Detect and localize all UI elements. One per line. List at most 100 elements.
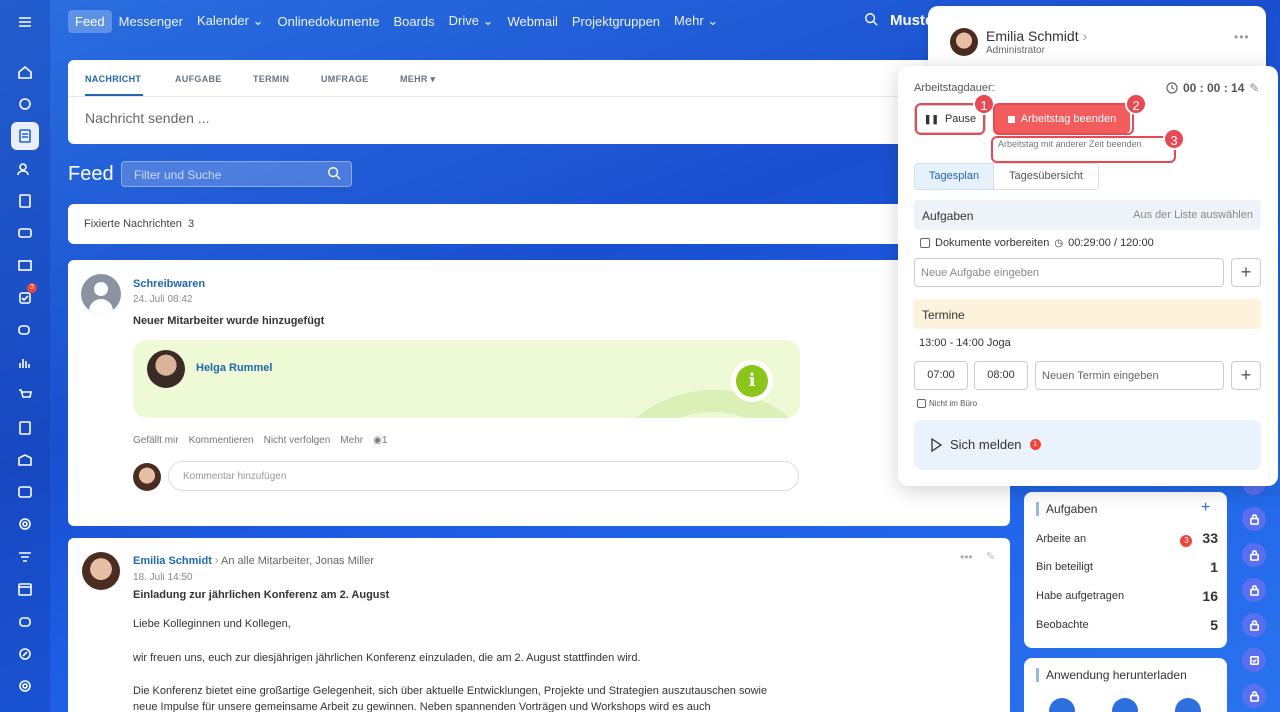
task-checkbox[interactable]: [920, 238, 930, 248]
task-time: 00:29:00 / 120:00: [1068, 237, 1154, 249]
checkbox-app-icon[interactable]: [1242, 648, 1266, 672]
sites-icon[interactable]: [11, 252, 39, 280]
user-name[interactable]: Emilia Schmidt ›: [986, 28, 1087, 44]
time-from-input[interactable]: 07:00: [914, 361, 968, 390]
tasks-icon[interactable]: 3: [11, 283, 39, 312]
apple-icon[interactable]: [1049, 698, 1075, 712]
nav-messenger[interactable]: Messenger: [112, 10, 190, 33]
pinned-messages[interactable]: Fixierte Nachrichten 3: [68, 204, 1010, 244]
more-icon[interactable]: •••: [1234, 30, 1250, 44]
new-task-input[interactable]: Neue Aufgabe eingeben: [914, 258, 1224, 287]
robot-icon[interactable]: [11, 607, 39, 635]
user-role: Administrator: [986, 45, 1045, 56]
tab-event[interactable]: TERMIN: [253, 74, 289, 84]
lock-icon[interactable]: [1242, 684, 1266, 708]
app-download-widget: Anwendung herunterladen: [1024, 658, 1227, 712]
task-counter-row[interactable]: Habe aufgetragen 16: [1036, 588, 1218, 604]
home-icon[interactable]: [11, 58, 39, 86]
settings-icon[interactable]: [11, 672, 39, 700]
chat-icon[interactable]: [11, 317, 39, 345]
post-actions: Gefällt mir Kommentieren Nicht verfolgen…: [133, 435, 387, 446]
eye-icon: ◉: [373, 435, 382, 446]
post-date: 18. Juli 14:50: [133, 572, 193, 583]
post-body-line: wir freuen uns, euch zur diesjährigen jä…: [133, 652, 641, 664]
task-counter-row[interactable]: Beobachte 5: [1036, 617, 1218, 633]
nav-workgroups[interactable]: Projektgruppen: [565, 10, 667, 33]
post-recipients[interactable]: An alle Mitarbeiter, Jonas Miller: [221, 555, 374, 567]
search-icon[interactable]: [327, 166, 341, 183]
analytics-icon[interactable]: [11, 349, 39, 377]
add-task-button[interactable]: +: [1201, 499, 1210, 517]
id-card-icon[interactable]: [11, 478, 39, 506]
not-in-office-toggle[interactable]: Nicht im Büro: [917, 399, 977, 408]
task-title[interactable]: Dokumente vorbereiten: [935, 237, 1049, 249]
search-icon[interactable]: [864, 12, 878, 29]
calendar-icon[interactable]: [11, 575, 39, 603]
documents-icon[interactable]: [11, 187, 39, 215]
add-task-button[interactable]: +: [1231, 258, 1261, 287]
nav-online-documents[interactable]: Onlinedokumente: [271, 10, 387, 33]
add-event-button[interactable]: +: [1231, 361, 1261, 390]
windows-icon[interactable]: [1112, 698, 1138, 712]
tab-task[interactable]: AUFGABE: [175, 74, 222, 84]
filter-icon[interactable]: [11, 543, 39, 571]
support-icon[interactable]: [11, 510, 39, 538]
more-button[interactable]: Mehr: [340, 435, 363, 446]
message-input[interactable]: Nachricht senden ...: [85, 110, 210, 126]
comment-input[interactable]: Kommentar hinzufügen: [168, 461, 799, 491]
filter-search-input[interactable]: Filter und Suche: [121, 161, 352, 187]
post-author[interactable]: Emilia Schmidt: [133, 555, 212, 567]
tab-day-plan[interactable]: Tagesplan: [914, 163, 994, 190]
avatar[interactable]: [82, 552, 120, 590]
post-author[interactable]: Schreibwaren: [133, 278, 205, 290]
tab-day-overview[interactable]: Tagesübersicht: [994, 163, 1099, 190]
avatar[interactable]: [950, 28, 978, 56]
pin-icon[interactable]: ✎: [986, 550, 995, 563]
pinned-count: 3: [187, 218, 195, 230]
nav-webmail[interactable]: Webmail: [501, 10, 565, 33]
tab-message[interactable]: NACHRICHT: [85, 74, 141, 84]
new-employee-card: Helga Rummel i: [133, 340, 800, 418]
new-event-input[interactable]: Neuen Termin eingeben: [1035, 361, 1224, 390]
lock-icon[interactable]: [1242, 613, 1266, 637]
report-section[interactable]: Sich melden 1: [914, 420, 1261, 470]
warehouse-icon[interactable]: [11, 446, 39, 474]
marketplace-icon[interactable]: [11, 640, 39, 668]
nav-drive[interactable]: Drive ⌄: [442, 9, 501, 33]
automation-icon[interactable]: [11, 90, 39, 118]
android-icon[interactable]: [1175, 698, 1201, 712]
avatar[interactable]: [81, 274, 121, 314]
comment-button[interactable]: Kommentieren: [189, 435, 254, 446]
contacts-icon[interactable]: [11, 155, 39, 183]
menu-icon[interactable]: [11, 8, 39, 36]
nav-more[interactable]: Mehr ⌄: [667, 9, 725, 33]
tab-more[interactable]: MEHR ▾: [400, 74, 435, 85]
like-button[interactable]: Gefällt mir: [133, 435, 179, 446]
lock-icon[interactable]: [1242, 578, 1266, 602]
task-counter-row[interactable]: Arbeite an 3 33: [1036, 530, 1218, 547]
avatar[interactable]: [147, 350, 185, 388]
clock-icon: [1166, 82, 1178, 94]
checkbox[interactable]: [917, 399, 926, 408]
tab-poll[interactable]: UMFRAGE: [321, 74, 369, 84]
lock-icon[interactable]: [1242, 543, 1266, 567]
report-button[interactable]: Sich melden 1: [930, 437, 1041, 452]
search-input[interactable]: Muste: [890, 12, 933, 29]
feed-icon[interactable]: [11, 122, 39, 150]
card-icon[interactable]: [11, 219, 39, 247]
employee-name[interactable]: Helga Rummel: [196, 362, 272, 374]
nav-boards[interactable]: Boards: [386, 10, 441, 33]
edit-icon[interactable]: ✎: [1249, 81, 1259, 95]
nav-calendar[interactable]: Kalender ⌄: [190, 9, 271, 33]
nav-feed[interactable]: Feed: [68, 9, 112, 33]
event-item[interactable]: 13:00 - 14:00 Joga: [919, 337, 1011, 349]
lock-icon[interactable]: [1242, 507, 1266, 531]
unfollow-button[interactable]: Nicht verfolgen: [264, 435, 331, 446]
sign-icon[interactable]: [11, 414, 39, 442]
shop-icon[interactable]: [11, 381, 39, 409]
post-title: Einladung zur jährlichen Konferenz am 2.…: [133, 589, 390, 601]
select-from-list-link[interactable]: Aus der Liste auswählen: [1133, 209, 1253, 221]
more-icon[interactable]: •••: [960, 550, 973, 564]
time-to-input[interactable]: 08:00: [974, 361, 1028, 390]
task-counter-row[interactable]: Bin beteiligt 1: [1036, 559, 1218, 575]
